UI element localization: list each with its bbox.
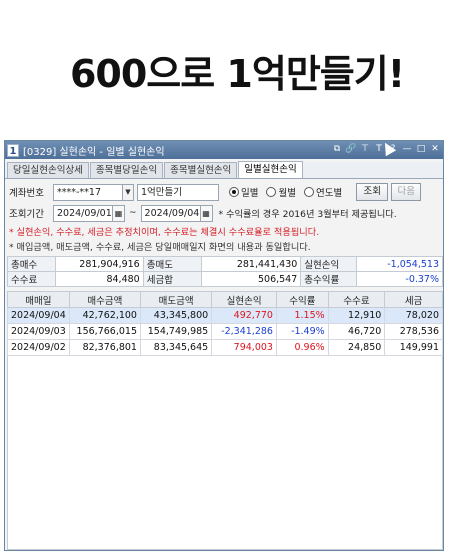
estimate-note: * 실현손익, 수수료, 세금은 추정치이며, 수수료는 체결시 수수료율로 적… (9, 227, 320, 238)
radio-2[interactable] (303, 187, 314, 197)
account-label: 계좌번호 (9, 188, 44, 199)
period-type-radios: 일별 월별 연도별 (229, 185, 350, 199)
table-cell: 46,720 (327, 323, 386, 340)
tab-bar: 당일실현손익상세 종목별당일손익 종목별실현손익 일별실현손익 (5, 161, 443, 179)
table-cell: 82,376,801 (68, 339, 141, 356)
radio-label-1[interactable]: 월별 (278, 185, 295, 199)
period-label: 조회기간 (9, 209, 44, 220)
link-icon[interactable]: 🔗 (345, 143, 357, 156)
table-cell: 1.15% (275, 307, 329, 324)
summary-value: -0.37% (356, 271, 443, 287)
tab-2[interactable]: 종목별실현손익 (164, 162, 238, 178)
column-header[interactable]: 수수료 (327, 291, 386, 308)
summary-row: 총매수 281,904,916 총매도 281,441,430 실현손익 -1,054,5… (7, 256, 443, 272)
account-name-field: 1억만들기 (137, 183, 219, 201)
calendar-icon[interactable]: ▦ (200, 204, 213, 222)
tab-1[interactable]: 종목별당일손익 (89, 162, 164, 178)
summary-key: 세금합 (142, 271, 202, 287)
chevron-down-icon[interactable]: ▼ (123, 183, 134, 201)
summary-row: 수수료 84,480 세금합 506,547 총수익률 -0.37% (7, 271, 443, 287)
summary-key: 총수익률 (300, 271, 358, 287)
period-note: * 수익률의 경우 2016년 3월부터 제공됩니다. (218, 209, 397, 220)
radio-0[interactable] (229, 187, 239, 197)
summary-table: 총매수 281,904,916 총매도 281,441,430 실현손익 -1,054,5… (7, 256, 443, 287)
account-number-field[interactable]: ****-**17 (53, 183, 123, 201)
end-date-field[interactable]: 2024/09/04 (140, 204, 201, 222)
table-cell: 42,762,100 (68, 307, 141, 324)
column-header[interactable]: 매수금액 (68, 291, 141, 308)
close-icon[interactable]: ✕ (429, 143, 441, 156)
table-row[interactable]: 2024/09/03 156,766,015 154,749,985 -2,341,2… (7, 323, 443, 340)
table-cell: 154,749,985 (139, 323, 213, 340)
table-cell: 492,770 (211, 307, 277, 324)
summary-value: 84,480 (54, 271, 144, 287)
table-cell: 78,020 (384, 307, 443, 324)
table-cell: 2024/09/03 (7, 323, 70, 340)
minimize-icon[interactable]: — (401, 143, 413, 156)
column-header[interactable]: 매도금액 (139, 291, 213, 308)
table-cell: 2024/09/02 (7, 339, 70, 356)
table-cell: 24,850 (327, 339, 386, 356)
radio-label-2[interactable]: 연도별 (316, 185, 342, 199)
window-title: [0329] 실현손익 - 일별 실현손익 (23, 146, 165, 158)
headline: 600으로 1억만들기! (69, 52, 405, 96)
summary-key: 총매수 (7, 256, 56, 272)
column-header[interactable]: 매매일 (7, 291, 70, 308)
summary-key: 실현손익 (300, 256, 358, 272)
table-cell: 2024/09/04 (7, 307, 70, 324)
maximize-icon[interactable]: □ (415, 143, 427, 156)
realized-pnl-window: 1 [0329] 실현손익 - 일별 실현손익 ⧉ 🔗 ⊤ T? — □ ✕ 당일실현손익상… (4, 140, 444, 551)
table-cell: 156,766,015 (68, 323, 141, 340)
table-cell: -2,341,286 (211, 323, 277, 340)
summary-value: 506,547 (200, 271, 302, 287)
pin-icon[interactable]: ⊤ (359, 143, 371, 156)
account-row: 계좌번호 ****-**17 ▼ 1억만들기 일별 월별 연도별 조회 다음 (9, 183, 422, 201)
calendar-icon[interactable]: ▦ (113, 204, 125, 222)
same-content-note: * 매입금액, 매도금액, 수수료, 세금은 당일매매일지 화면의 내용과 동일… (9, 242, 311, 253)
table-cell: -1.49% (275, 323, 329, 340)
date-range-separator: ~ (129, 208, 137, 218)
radio-1[interactable] (266, 187, 277, 197)
summary-key: 총매도 (142, 256, 202, 272)
column-header[interactable]: 수익률 (275, 291, 329, 308)
summary-value: 281,441,430 (200, 256, 302, 272)
summary-key: 수수료 (7, 271, 56, 287)
window-icon[interactable]: ⧉ (331, 143, 343, 156)
column-header[interactable]: 실현손익 (211, 291, 277, 308)
period-row: 조회기간 2024/09/01 ▦ ~ 2024/09/04 ▦ * 수익률의 … (9, 204, 397, 222)
tab-0[interactable]: 당일실현손익상세 (7, 162, 89, 178)
table-cell: 278,536 (384, 323, 443, 340)
tab-3[interactable]: 일별실현손익 (238, 161, 303, 178)
table-row[interactable]: 2024/09/02 82,376,801 83,345,645 794,003 0.9… (7, 339, 443, 356)
table-row[interactable]: 2024/09/04 42,762,100 43,345,800 492,770 1.1… (7, 307, 443, 324)
window-number-badge: 1 (7, 143, 19, 157)
table-cell: 794,003 (211, 339, 277, 356)
window-titlebar[interactable]: 1 [0329] 실현손익 - 일별 실현손익 ⧉ 🔗 ⊤ T? — □ ✕ (5, 141, 443, 159)
column-header[interactable]: 세금 (384, 291, 443, 308)
summary-value: -1,054,513 (356, 256, 443, 272)
start-date-field[interactable]: 2024/09/01 (53, 204, 113, 222)
summary-value: 281,904,916 (54, 256, 144, 272)
table-cell: 12,910 (327, 307, 386, 324)
daily-pnl-grid: 매매일 매수금액 매도금액 실현손익 수익률 수수료 세금 2024/09/04 42,762… (7, 291, 443, 356)
table-cell: 0.96% (275, 339, 329, 356)
table-cell: 149,991 (384, 339, 443, 356)
radio-label-0[interactable]: 일별 (241, 185, 258, 199)
table-cell: 43,345,800 (139, 307, 213, 324)
next-button[interactable]: 다음 (391, 183, 422, 201)
query-button[interactable]: 조회 (356, 183, 389, 201)
table-cell: 83,345,645 (139, 339, 213, 356)
